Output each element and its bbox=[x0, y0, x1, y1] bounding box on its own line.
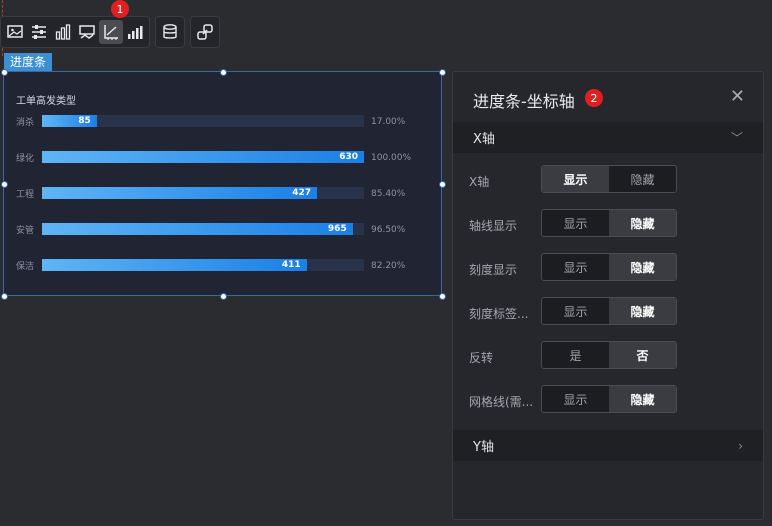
progress-bar: 427 bbox=[42, 187, 317, 199]
resize-handle-mr[interactable] bbox=[439, 181, 446, 188]
toggle-group: 显示 隐藏 bbox=[541, 253, 677, 281]
component-tag[interactable]: 进度条 bbox=[4, 53, 53, 71]
toggle-option[interactable]: 显示 bbox=[542, 210, 609, 236]
chart-title: 工单高发类型 bbox=[16, 96, 76, 107]
bar-value-label: 85 bbox=[78, 116, 91, 126]
toggle-option[interactable]: 隐藏 bbox=[609, 254, 676, 280]
percent-label: 96.50% bbox=[371, 225, 406, 235]
percent-label: 82.20% bbox=[371, 261, 406, 271]
bar-value-label: 411 bbox=[281, 260, 301, 270]
toggle-option[interactable]: 隐藏 bbox=[609, 298, 676, 324]
bar-value-label: 427 bbox=[292, 188, 311, 198]
toolbar-group-main bbox=[0, 16, 150, 48]
progress-bar: 630 bbox=[42, 151, 364, 163]
toggle-option[interactable]: 显示 bbox=[542, 254, 609, 280]
resize-handle-tl[interactable] bbox=[1, 69, 8, 76]
category-label: 消杀 bbox=[16, 118, 35, 128]
prop-row: 网格线(需... 显示 隐藏 bbox=[469, 385, 759, 415]
percent-label: 85.40% bbox=[371, 189, 406, 199]
resize-handle-bl[interactable] bbox=[1, 293, 8, 300]
bar-series-icon[interactable] bbox=[123, 20, 147, 44]
progress-bar: 965 bbox=[42, 223, 353, 235]
bar-track: 85 bbox=[42, 115, 364, 127]
bar-track: 965 bbox=[42, 223, 364, 235]
sliders-icon[interactable] bbox=[27, 20, 51, 44]
toggle-option[interactable]: 显示 bbox=[542, 298, 609, 324]
prop-row: X轴 显示 隐藏 bbox=[469, 165, 759, 195]
section-y-axis-label: Y轴 bbox=[473, 440, 494, 455]
resize-handle-bm[interactable] bbox=[220, 293, 227, 300]
toggle-group: 显示 隐藏 bbox=[541, 297, 677, 325]
chevron-right-icon[interactable]: › bbox=[738, 439, 743, 453]
resize-handle-ml[interactable] bbox=[1, 181, 8, 188]
toggle-option[interactable]: 显示 bbox=[542, 166, 609, 192]
toggle-option[interactable]: 隐藏 bbox=[609, 166, 676, 192]
toolbar-group-link bbox=[190, 16, 220, 48]
prop-row: 轴线显示 显示 隐藏 bbox=[469, 209, 759, 239]
prop-row: 刻度标签... 显示 隐藏 bbox=[469, 297, 759, 327]
toggle-option[interactable]: 隐藏 bbox=[609, 386, 676, 412]
category-label: 绿化 bbox=[16, 154, 35, 164]
toggle-option[interactable]: 隐藏 bbox=[609, 210, 676, 236]
step-badge-1: 1 bbox=[111, 0, 129, 18]
resize-handle-tr[interactable] bbox=[439, 69, 446, 76]
section-x-axis[interactable]: X轴 ﹀ bbox=[453, 122, 763, 153]
close-icon[interactable]: ✕ bbox=[730, 86, 745, 107]
resize-handle-br[interactable] bbox=[439, 293, 446, 300]
section-y-axis[interactable]: Y轴 › bbox=[453, 430, 763, 461]
map-icon[interactable] bbox=[75, 20, 99, 44]
toggle-group: 显示 隐藏 bbox=[541, 165, 677, 193]
axis-icon[interactable] bbox=[99, 20, 123, 44]
bar-chart-icon[interactable] bbox=[51, 20, 75, 44]
section-x-axis-label: X轴 bbox=[473, 132, 495, 147]
toggle-group: 显示 隐藏 bbox=[541, 209, 677, 237]
resize-handle-tm[interactable] bbox=[220, 69, 227, 76]
toggle-group: 显示 隐藏 bbox=[541, 385, 677, 413]
prop-label: 刻度显示 bbox=[469, 263, 518, 277]
database-icon[interactable] bbox=[158, 20, 182, 44]
percent-label: 100.00% bbox=[371, 153, 412, 163]
bar-track: 427 bbox=[42, 187, 364, 199]
step-badge-2: 2 bbox=[585, 89, 603, 107]
prop-row: 刻度显示 显示 隐藏 bbox=[469, 253, 759, 283]
bar-value-label: 630 bbox=[339, 152, 358, 162]
category-label: 安管 bbox=[16, 226, 35, 236]
prop-label: 网格线(需... bbox=[469, 395, 534, 409]
prop-label: 刻度标签... bbox=[469, 307, 529, 321]
prop-row: 反转 是否 bbox=[469, 341, 759, 371]
progress-bar: 411 bbox=[42, 259, 307, 271]
panel-title: 进度条-坐标轴 bbox=[473, 92, 575, 111]
bar-value-label: 965 bbox=[327, 224, 347, 234]
link-icon[interactable] bbox=[193, 20, 217, 44]
progress-bar: 85 bbox=[42, 115, 97, 127]
category-label: 工程 bbox=[16, 190, 35, 200]
prop-label: 轴线显示 bbox=[469, 219, 518, 233]
toggle-option[interactable]: 否 bbox=[609, 342, 676, 368]
prop-label: 反转 bbox=[469, 351, 494, 365]
image-icon[interactable] bbox=[3, 20, 27, 44]
progress-chart-widget[interactable]: 工单高发类型 消杀 85 17.00% 绿化 630 100.00% 工程 427 85.40%… bbox=[3, 71, 442, 296]
toggle-option[interactable]: 显示 bbox=[542, 386, 609, 412]
prop-label: X轴 bbox=[469, 175, 490, 189]
bar-track: 630 bbox=[42, 151, 364, 163]
axis-settings-panel: 进度条-坐标轴 2 ✕ X轴 ﹀ X轴 显示 隐藏 轴线显示 显示 隐藏 刻度显示 显示 隐藏刻… bbox=[452, 71, 764, 520]
bar-track: 411 bbox=[42, 259, 364, 271]
category-label: 保洁 bbox=[16, 262, 35, 272]
chevron-down-icon[interactable]: ﹀ bbox=[731, 129, 743, 146]
toggle-group: 是否 bbox=[541, 341, 677, 369]
percent-label: 17.00% bbox=[371, 117, 406, 127]
toolbar-group-data bbox=[155, 16, 185, 48]
toggle-option[interactable]: 是 bbox=[542, 342, 609, 368]
toolbar bbox=[0, 16, 225, 48]
